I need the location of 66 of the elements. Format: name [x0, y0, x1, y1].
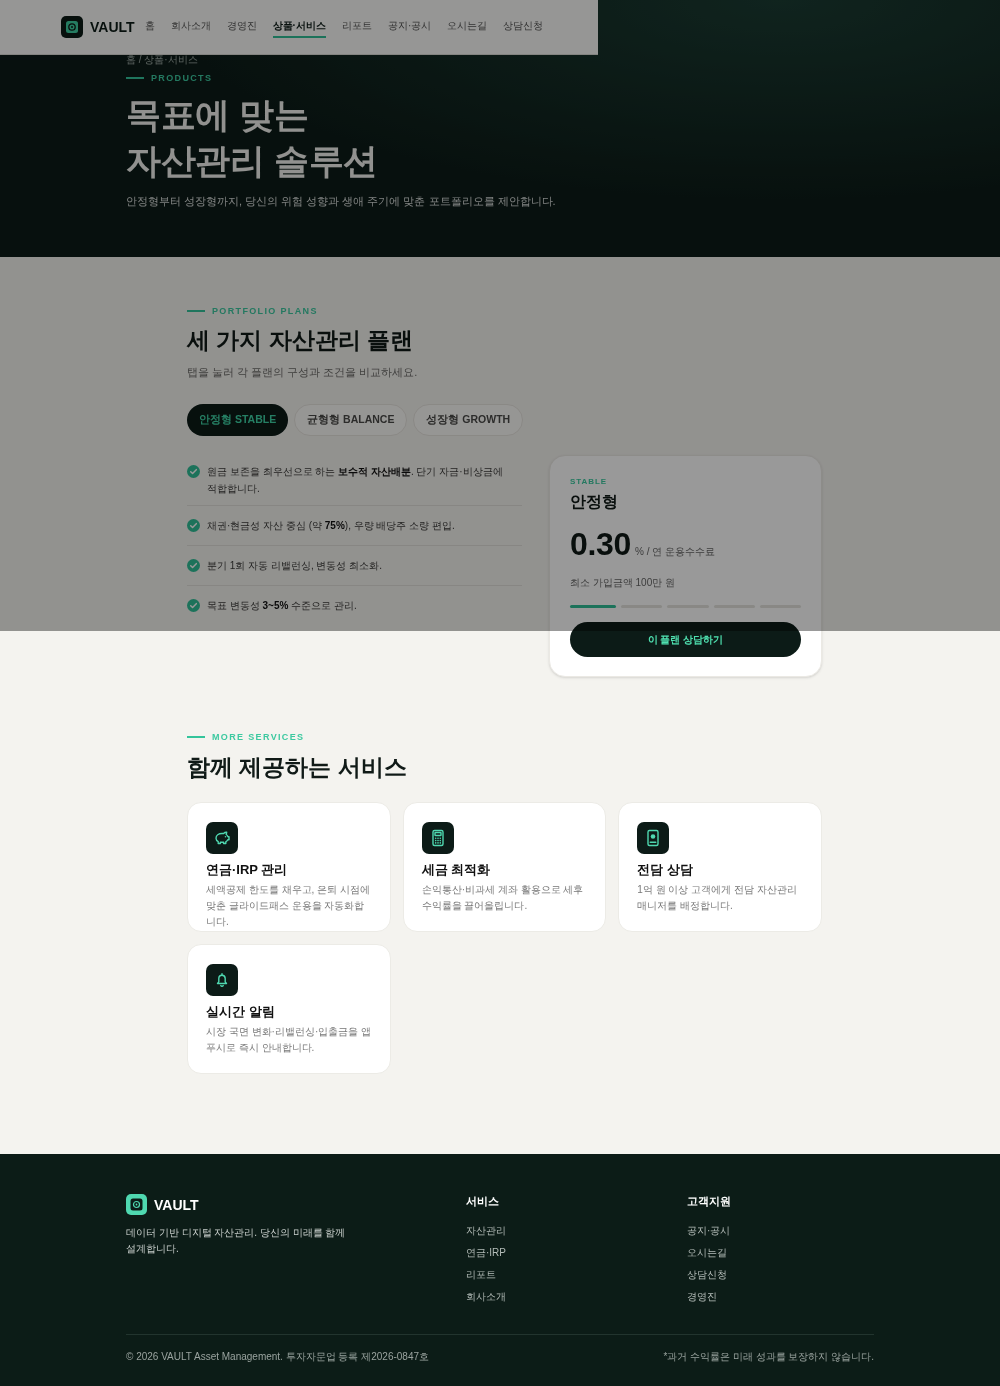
footer-link[interactable]: 오시는길	[687, 1246, 727, 1260]
feature-text: 목표 변동성 3~5% 수준으로 관리.	[207, 599, 357, 613]
footer-column-title: 고객지원	[687, 1194, 732, 1208]
breadcrumb: 홈 / 상품·서비스	[126, 54, 199, 66]
copyright-text: © 2026 VAULT Asset Management. 투자자문업 등록 제2026-0847호	[126, 1350, 430, 1364]
id-badge-icon	[637, 822, 670, 854]
check-circle-icon	[187, 599, 200, 612]
fee-rate: 0.30	[570, 526, 631, 562]
service-title: 전담 상담	[637, 861, 693, 879]
nav-link[interactable]: 경영진	[226, 16, 257, 38]
nav-link[interactable]: 상품·서비스	[272, 16, 326, 38]
section-title: 세 가지 자산관리 플랜	[187, 326, 415, 355]
nav-link[interactable]: 회사소개	[170, 16, 211, 38]
hero-title: 목표에 맞는 자산관리 솔루션	[126, 94, 379, 182]
accent-line	[187, 736, 205, 738]
section-subtitle: 탭을 눌러 각 플랜의 구성과 조건을 비교하세요.	[187, 365, 419, 380]
service-description: 1억 원 이상 고객에게 전담 자산관리 매니저를 배정합니다.	[637, 883, 798, 913]
nav-link[interactable]: 리포트	[341, 16, 372, 38]
service-description: 손익통산·비과세 계좌 활용으로 세후 수익률을 끌어올립니다.	[421, 883, 585, 913]
feature-text: 채권·현금성 자산 중심 (약 75%), 우량 배당주 소량 편입.	[207, 519, 455, 533]
accent-line	[187, 310, 205, 312]
nav-link[interactable]: 홈	[144, 16, 155, 38]
piggy-bank-icon	[206, 822, 238, 854]
plan-tab[interactable]: 성장형 GROWTH	[413, 404, 524, 436]
plan-tab[interactable]: 안정형 STABLE	[187, 404, 289, 436]
plan-tab[interactable]: 균형형 BALANCE	[294, 404, 408, 436]
service-description: 시장 국면 변화·리밸런싱·입출금을 앱 푸시로 즉시 안내합니다.	[206, 1025, 372, 1055]
plan-card-eyebrow: STABLE	[570, 477, 609, 487]
footer-link[interactable]: 경영진	[687, 1290, 717, 1304]
service-title: 연금·IRP 관리	[206, 861, 288, 879]
feature-text: 원금 보존을 최우선으로 하는 보수적 자산배분. 단기 자금·비상금에 적합합니다.	[207, 465, 504, 496]
bell-icon	[206, 964, 238, 996]
accent-line	[126, 77, 144, 79]
minimum-amount: 최소 가입금액 100만 원	[570, 576, 677, 590]
check-circle-icon	[187, 559, 200, 572]
footer-link[interactable]: 상담신청	[687, 1268, 727, 1282]
service-description: 세액공제 한도를 채우고, 은퇴 시점에 맞춘 글라이드패스 운용을 자동화합니다.	[206, 883, 371, 929]
check-circle-icon	[187, 465, 200, 478]
consult-plan-button[interactable]: 이 플랜 상담하기	[570, 622, 801, 657]
nav-link[interactable]: 오시는길	[447, 16, 488, 38]
vault-logo-icon	[61, 16, 83, 38]
footer-column-title: 서비스	[466, 1194, 500, 1208]
section-eyebrow: PORTFOLIO PLANS	[212, 305, 318, 317]
logo-link[interactable]: VAULT	[61, 16, 135, 38]
service-title: 세금 최적화	[421, 861, 491, 879]
fee-unit-label: % / 연 운용수수료	[635, 546, 716, 558]
vault-logo-icon	[126, 1194, 147, 1215]
footer-link[interactable]: 연금·IRP	[466, 1246, 506, 1260]
section-eyebrow: MORE SERVICES	[212, 731, 305, 743]
disclaimer-text: *과거 수익률은 미래 성과를 보장하지 않습니다.	[663, 1350, 874, 1364]
check-circle-icon	[187, 519, 200, 532]
nav-link[interactable]: 상담신청	[503, 16, 544, 38]
section-eyebrow: PRODUCTS	[151, 72, 213, 84]
nav-link[interactable]: 공지·공시	[387, 16, 432, 38]
footer-link[interactable]: 자산관리	[466, 1224, 506, 1238]
calculator-icon	[421, 822, 454, 854]
footer-link[interactable]: 공지·공시	[687, 1224, 731, 1238]
service-title: 실시간 알림	[206, 1003, 275, 1021]
hero-subtitle: 안정형부터 성장형까지, 당신의 위험 성향과 생애 주기에 맞춘 포트폴리오를 제안합니다.	[126, 194, 557, 208]
footer-link[interactable]: 리포트	[466, 1268, 496, 1282]
feature-text: 분기 1회 자동 리밸런싱, 변동성 최소화.	[207, 559, 382, 573]
footer-link[interactable]: 회사소개	[466, 1290, 506, 1304]
plan-name: 안정형	[570, 492, 619, 512]
section-title: 함께 제공하는 서비스	[187, 753, 408, 782]
footer-brand-name: VAULT	[154, 1195, 199, 1214]
footer-description: 데이터 기반 디지털 자산관리. 당신의 미래를 함께 설계합니다.	[126, 1226, 347, 1256]
